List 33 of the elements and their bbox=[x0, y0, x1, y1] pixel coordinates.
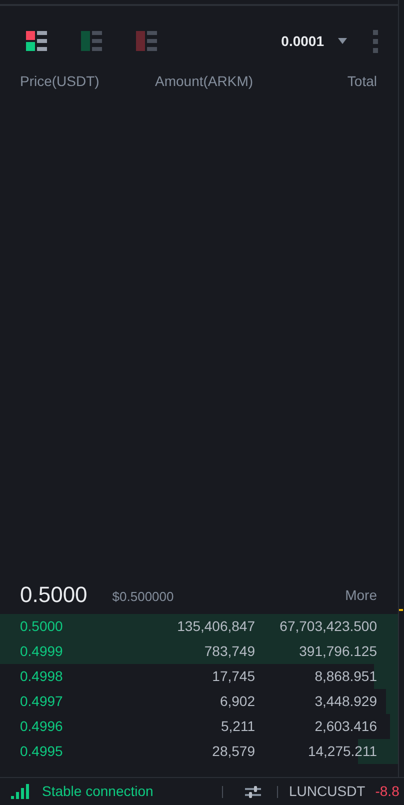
bid-total: 8,868.951 bbox=[314, 667, 377, 686]
bid-total: 2,603.416 bbox=[314, 717, 377, 736]
column-header: Total bbox=[347, 72, 377, 90]
more-link[interactable]: More bbox=[345, 585, 377, 606]
ticker-change: -8.8 bbox=[375, 782, 400, 801]
bid-price: 0.4996 bbox=[20, 717, 64, 736]
settings-sliders-icon[interactable] bbox=[245, 784, 261, 798]
last-price: 0.5000 bbox=[20, 584, 88, 606]
column-header: Price(USDT) bbox=[20, 72, 100, 91]
more-options-icon[interactable] bbox=[373, 30, 378, 52]
caret-icon bbox=[338, 38, 347, 44]
bid-price: 0.4998 bbox=[20, 667, 64, 686]
bid-amount: 783,749 bbox=[203, 642, 255, 661]
ticker-symbol[interactable]: LUNCUSDT bbox=[289, 781, 366, 802]
bid-price: 0.4997 bbox=[20, 692, 64, 711]
bid-total: 391,796.125 bbox=[298, 642, 377, 661]
bid-total: 67,703,423.500 bbox=[278, 617, 377, 636]
connection-status: Stable connection bbox=[42, 782, 154, 801]
bid-amount: 6,902 bbox=[218, 692, 255, 711]
bid-amount: 28,579 bbox=[211, 742, 255, 761]
bid-total: 3,448.929 bbox=[314, 692, 377, 711]
bid-price: 0.4999 bbox=[20, 642, 64, 661]
bid-price: 0.4995 bbox=[20, 742, 64, 761]
bid-amount: 5,211 bbox=[220, 717, 255, 736]
bid-amount: 135,406,847 bbox=[176, 617, 255, 636]
precision-dropdown[interactable]: 0.0001 bbox=[281, 30, 347, 52]
usd-price: $0.500000 bbox=[112, 588, 175, 606]
signal-icon bbox=[11, 784, 30, 799]
order-book-view-button[interactable] bbox=[26, 31, 47, 51]
bid-total: 14,275.211 bbox=[306, 742, 377, 761]
bid-amount: 17,745 bbox=[211, 667, 255, 686]
column-header: Amount(ARKM) bbox=[155, 72, 254, 91]
bid-price: 0.5000 bbox=[20, 617, 64, 636]
